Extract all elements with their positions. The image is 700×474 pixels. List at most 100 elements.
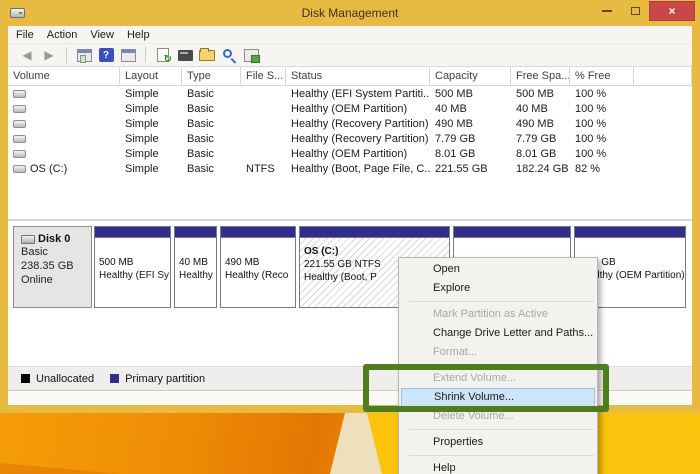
partition-line: Healthy (179, 269, 212, 282)
cell-c2: Basic (182, 133, 241, 145)
column-header-1[interactable]: Layout (120, 67, 182, 85)
menu-item-explore[interactable]: Explore (399, 279, 597, 298)
menu-view[interactable]: View (90, 29, 123, 41)
toolbar-button-disk-settings[interactable] (242, 47, 260, 64)
column-header-7[interactable]: % Free (570, 67, 634, 85)
disk-name: Disk 0 (38, 233, 70, 245)
cell-c7: 82 % (570, 163, 634, 175)
minimize-button[interactable] (593, 1, 621, 21)
close-icon: × (668, 4, 675, 18)
column-header-5[interactable]: Capacity (430, 67, 511, 85)
column-header-4[interactable]: Status (286, 67, 430, 85)
volume-list-pane: VolumeLayoutTypeFile S...StatusCapacityF… (8, 67, 692, 219)
volume-cell (8, 120, 120, 128)
menu-separator (409, 455, 594, 456)
maximize-button[interactable] (621, 1, 649, 21)
cell-c7: 100 % (570, 148, 634, 160)
cell-c6: 7.79 GB (511, 133, 570, 145)
back-icon: ◀ (22, 49, 31, 61)
cell-c7: 100 % (570, 118, 634, 130)
table-row[interactable]: OS (C:)SimpleBasicNTFSHealthy (Boot, Pag… (8, 161, 692, 176)
toolbar-button-console-tree[interactable] (75, 47, 93, 64)
toolbar-separator (66, 47, 67, 63)
table-row[interactable]: SimpleBasicHealthy (EFI System Partiti..… (8, 86, 692, 101)
forward-icon: ▶ (44, 49, 53, 61)
partition-primary-bar (300, 227, 449, 238)
volume-cell (8, 90, 120, 98)
volume-cell: OS (C:) (8, 163, 120, 175)
disk0-info-panel[interactable]: Disk 0 Basic 238.35 GB Online (13, 226, 92, 308)
volume-icon (13, 105, 26, 113)
cell-c5: 221.55 GB (430, 163, 511, 175)
storage-device-icon (178, 50, 193, 61)
cell-c2: Basic (182, 163, 241, 175)
cell-c7: 100 % (570, 103, 634, 115)
column-header-6[interactable]: Free Spa... (511, 67, 570, 85)
menu-help[interactable]: Help (127, 29, 159, 41)
cell-c1: Simple (120, 103, 182, 115)
volume-icon (13, 135, 26, 143)
menu-separator (409, 429, 594, 430)
cell-c2: Basic (182, 148, 241, 160)
menu-item-mark-partition-as-active[interactable]: Mark Partition as Active (399, 305, 597, 324)
menu-item-format[interactable]: Format... (399, 343, 597, 362)
cell-c5: 8.01 GB (430, 148, 511, 160)
console-tree-icon (77, 49, 92, 62)
titlebar[interactable]: Disk Management × (0, 0, 700, 26)
toolbar-button-help[interactable]: ? (97, 47, 115, 64)
cell-c5: 500 MB (430, 88, 511, 100)
partition-primary-bar (175, 227, 216, 238)
column-header-2[interactable]: Type (182, 67, 241, 85)
cell-c1: Simple (120, 88, 182, 100)
partition-label: 500 MBHealthy (EFI Sy (95, 238, 170, 307)
partition-1[interactable]: 40 MBHealthy (174, 226, 217, 308)
toolbar-button-console-pane[interactable] (119, 47, 137, 64)
volume-cell (8, 150, 120, 158)
volume-icon (13, 150, 26, 158)
cell-c6: 490 MB (511, 118, 570, 130)
partition-line: 500 MB (99, 256, 166, 269)
toolbar-button-refresh[interactable] (154, 47, 172, 64)
cell-c7: 100 % (570, 133, 634, 145)
menu-item-open[interactable]: Open (399, 260, 597, 279)
folder-open-icon (199, 50, 215, 61)
partition-2[interactable]: 490 MBHealthy (Reco (220, 226, 296, 308)
window-controls: × (593, 1, 695, 21)
toolbar-button-back[interactable]: ◀ (18, 47, 36, 64)
toolbar-button-folder-open[interactable] (198, 47, 216, 64)
partition-line: Healthy (EFI Sy (99, 269, 166, 282)
toolbar-button-forward[interactable]: ▶ (40, 47, 58, 64)
maximize-icon (631, 7, 640, 15)
legend-item-0: Unallocated (21, 373, 94, 385)
menu-item-help[interactable]: Help (399, 459, 597, 474)
column-header-0[interactable]: Volume (8, 67, 120, 85)
cell-c2: Basic (182, 88, 241, 100)
legend-swatch (110, 374, 119, 383)
partition-primary-bar (221, 227, 295, 238)
cell-c6: 500 MB (511, 88, 570, 100)
menubar: File ActionView Help (8, 26, 692, 44)
menu-item-properties[interactable]: Properties (399, 433, 597, 452)
legend-label: Primary partition (125, 373, 205, 385)
menu-item-change-drive-letter-and-paths[interactable]: Change Drive Letter and Paths... (399, 324, 597, 343)
cell-c5: 490 MB (430, 118, 511, 130)
close-button[interactable]: × (649, 1, 695, 21)
legend-label: Unallocated (36, 373, 94, 385)
column-header-3[interactable]: File S... (241, 67, 286, 85)
menu-file[interactable]: File (16, 29, 43, 41)
table-row[interactable]: SimpleBasicHealthy (Recovery Partition)7… (8, 131, 692, 146)
table-row[interactable]: SimpleBasicHealthy (Recovery Partition)4… (8, 116, 692, 131)
menu-action[interactable]: Action (47, 29, 87, 41)
cell-c1: Simple (120, 133, 182, 145)
table-row[interactable]: SimpleBasicHealthy (OEM Partition)40 MB4… (8, 101, 692, 116)
minimize-icon (602, 10, 612, 12)
cell-c4: Healthy (OEM Partition) (286, 148, 430, 160)
disk-status: Online (21, 273, 91, 287)
table-row[interactable]: SimpleBasicHealthy (OEM Partition)8.01 G… (8, 146, 692, 161)
disk-size: 238.35 GB (21, 259, 91, 273)
cell-c5: 40 MB (430, 103, 511, 115)
partition-0[interactable]: 500 MBHealthy (EFI Sy (94, 226, 171, 308)
volume-table-header: VolumeLayoutTypeFile S...StatusCapacityF… (8, 67, 692, 86)
toolbar-button-storage-device[interactable] (176, 47, 194, 64)
toolbar-button-search[interactable] (220, 47, 238, 64)
